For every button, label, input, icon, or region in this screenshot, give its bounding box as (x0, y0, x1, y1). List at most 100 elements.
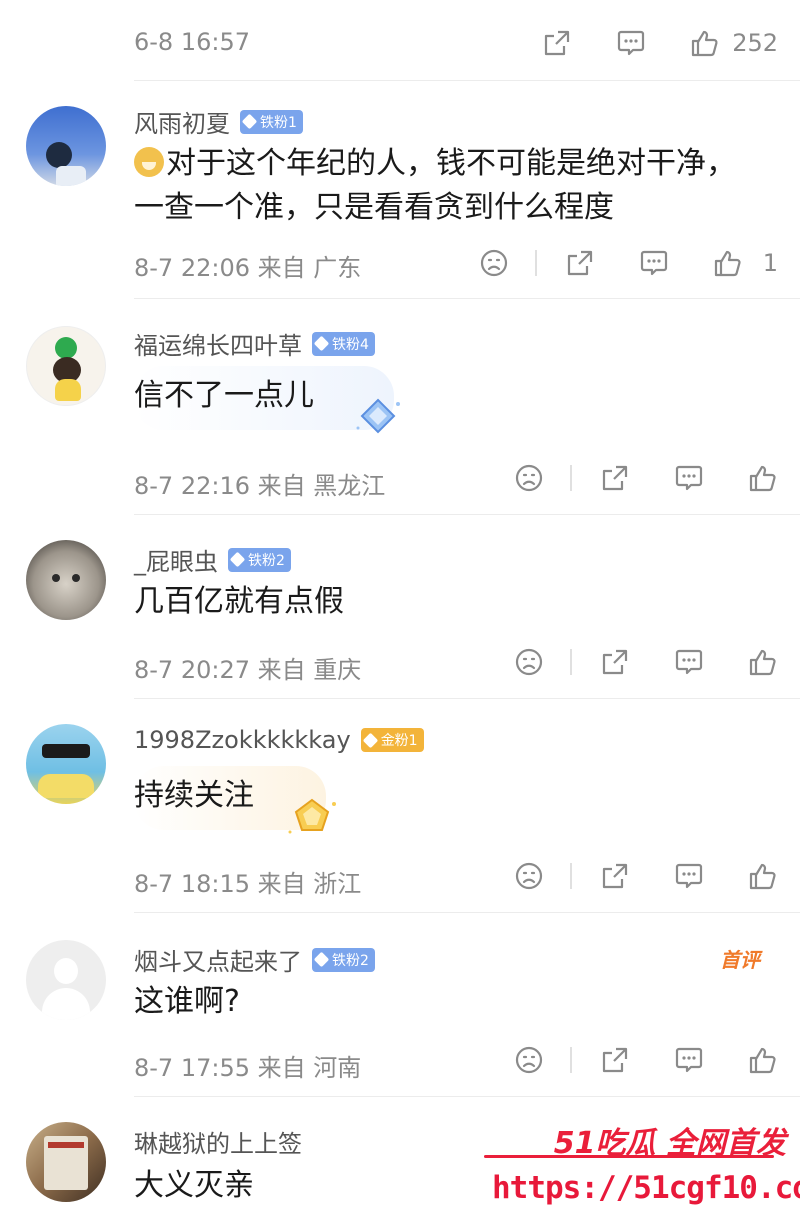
thumbs-up-icon (749, 649, 776, 676)
dislike-button[interactable] (514, 647, 544, 677)
thumbs-up-icon (749, 1047, 776, 1074)
comment-text: 对于这个年纪的人，钱不可能是绝对干净，一查一个准，只是看看贪到什么程度 (134, 142, 754, 230)
username[interactable]: 琳越狱的上上签 (134, 1124, 302, 1159)
divider (534, 250, 537, 276)
fan-badge[interactable]: 铁粉4 (312, 331, 375, 356)
username-text[interactable]: _屁眼虫 (134, 542, 218, 577)
doge-emoji-icon (134, 147, 164, 177)
comment-meta: 8-7 22:06 来自 广东 (134, 254, 362, 282)
like-button[interactable] (748, 861, 778, 891)
badge-label: 铁粉2 (248, 552, 285, 569)
dislike-button[interactable] (514, 463, 544, 493)
comment-button[interactable] (674, 647, 704, 677)
comment-icon (675, 1047, 703, 1073)
comment-button[interactable] (639, 248, 669, 278)
sad-face-icon (480, 249, 507, 277)
comment-button[interactable] (674, 861, 704, 891)
sad-face-icon (515, 648, 543, 676)
username[interactable]: 福运绵长四叶草 铁粉4 (134, 326, 375, 361)
avatar[interactable] (26, 540, 106, 620)
divider (134, 80, 800, 81)
username[interactable]: 1998Zzokkkkkkay 金粉1 (134, 726, 424, 754)
comment-text: 信不了一点儿 (134, 378, 314, 413)
comment-icon (675, 649, 703, 675)
share-icon (602, 649, 628, 675)
share-icon (602, 465, 628, 491)
avatar[interactable] (26, 326, 106, 406)
fan-badge[interactable]: 铁粉2 (228, 547, 291, 572)
thumbs-up-icon (714, 250, 741, 277)
badge-label: 铁粉4 (332, 336, 369, 353)
first-comment-tag: 首评 (720, 948, 760, 972)
badge-label: 铁粉2 (332, 952, 369, 969)
comment-button[interactable] (616, 28, 646, 58)
comment-actions (514, 861, 778, 891)
comment-meta: 8-7 22:16 来自 黑龙江 (134, 472, 386, 500)
like-button[interactable] (748, 1045, 778, 1075)
diamond-icon (313, 335, 330, 352)
share-icon (567, 250, 592, 276)
comment-meta: 8-7 20:27 来自 重庆 (134, 656, 362, 684)
avatar[interactable] (26, 106, 106, 186)
avatar[interactable] (26, 1122, 106, 1202)
comment-meta: 8-7 18:15 来自 浙江 (134, 870, 362, 898)
dislike-button[interactable] (514, 861, 544, 891)
divider (570, 863, 572, 889)
thumbs-up-icon (749, 465, 776, 492)
avatar[interactable] (26, 940, 106, 1020)
badge-label: 金粉1 (380, 733, 418, 749)
diamond-icon (241, 113, 258, 130)
like-button[interactable] (748, 463, 778, 493)
like-button[interactable]: 1 (713, 248, 778, 278)
gold-gem-decoration-icon (288, 798, 336, 834)
username-text[interactable]: 风雨初夏 (134, 104, 230, 139)
username-text[interactable]: 烟斗又点起来了 (134, 942, 302, 977)
like-button[interactable] (748, 647, 778, 677)
crown-icon (362, 732, 378, 748)
comment-actions: 1 (479, 248, 778, 278)
thumbs-up-icon (692, 30, 718, 57)
divider (570, 465, 572, 491)
username-text[interactable]: 琳越狱的上上签 (134, 1124, 302, 1159)
share-button[interactable] (542, 28, 572, 58)
comment-button[interactable] (674, 1045, 704, 1075)
divider (134, 1096, 800, 1097)
fan-badge[interactable]: 铁粉2 (312, 947, 375, 972)
avatar[interactable] (26, 724, 106, 804)
share-button[interactable] (565, 248, 595, 278)
share-icon (602, 863, 628, 889)
share-button[interactable] (600, 647, 630, 677)
diamond-decoration-icon (356, 398, 400, 434)
diamond-icon (229, 551, 246, 568)
like-count: 252 (732, 29, 778, 57)
dislike-button[interactable] (479, 248, 509, 278)
share-button[interactable] (600, 861, 630, 891)
sad-face-icon (515, 862, 543, 890)
share-button[interactable] (600, 1045, 630, 1075)
username[interactable]: _屁眼虫 铁粉2 (134, 542, 291, 577)
comment-actions (514, 1045, 778, 1075)
like-button[interactable]: 252 (690, 28, 778, 58)
divider (134, 698, 800, 699)
post-actions: 252 (542, 28, 778, 58)
comment-text-content: 对于这个年纪的人，钱不可能是绝对干净，一查一个准，只是看看贪到什么程度 (134, 146, 736, 225)
divider (570, 649, 572, 675)
comment-text: 这谁啊? (134, 984, 240, 1019)
comment-button[interactable] (674, 463, 704, 493)
share-button[interactable] (600, 463, 630, 493)
divider (134, 514, 800, 515)
divider (134, 912, 800, 913)
comment-actions (514, 463, 778, 493)
username-text[interactable]: 福运绵长四叶草 (134, 326, 302, 361)
share-icon (545, 30, 570, 56)
username-text[interactable]: 1998Zzokkkkkkay (134, 726, 351, 754)
fan-badge[interactable]: 铁粉1 (240, 109, 303, 134)
like-count: 1 (762, 249, 778, 277)
dislike-button[interactable] (514, 1045, 544, 1075)
fan-badge[interactable]: 金粉1 (360, 728, 424, 752)
sad-face-icon (515, 464, 543, 492)
username[interactable]: 烟斗又点起来了 铁粉2 (134, 942, 375, 977)
comment-meta: 8-7 17:55 来自 河南 (134, 1054, 362, 1082)
username[interactable]: 风雨初夏 铁粉1 (134, 104, 303, 139)
post-footer: 6-8 16:57 252 (0, 0, 800, 82)
